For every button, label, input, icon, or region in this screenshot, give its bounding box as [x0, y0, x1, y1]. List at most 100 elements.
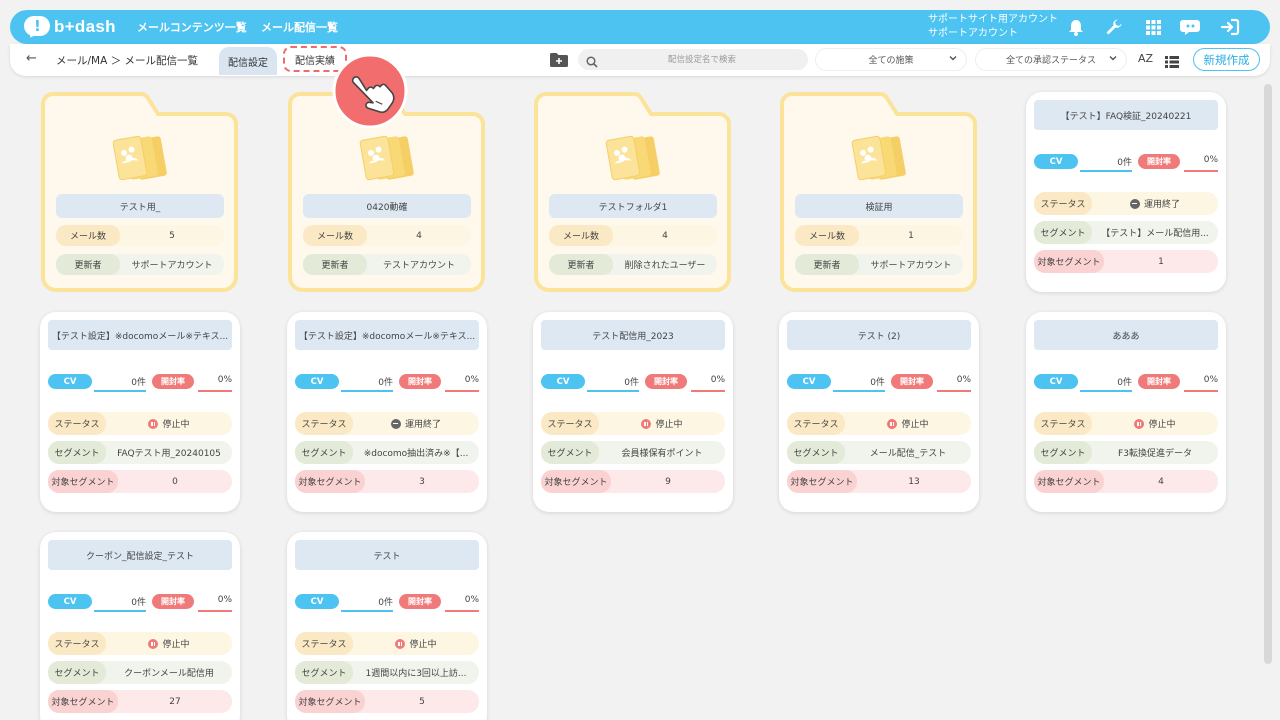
status-row: ステータス 停止中	[1034, 412, 1218, 435]
minus-circle-icon	[1129, 198, 1140, 209]
status-row: ステータス 停止中	[787, 412, 971, 435]
updater-row: 更新者 サポートアカウント	[795, 254, 963, 275]
scrollbar[interactable]	[1264, 84, 1272, 664]
open-rate-badge: 開封率	[399, 594, 441, 609]
open-rate-badge: 開封率	[152, 594, 194, 609]
target-segment-label: 対象セグメント	[48, 690, 118, 713]
segment-value: FAQテスト用_20240105	[117, 449, 221, 459]
folder-card[interactable]: 検証用 メール数 1 更新者 サポートアカウント	[779, 92, 979, 292]
open-rate-value: 0%	[1203, 375, 1218, 385]
delivery-setting-card[interactable]: クーポン_配信設定_テスト CV 0件 開封率 0% ステータス 停止中 セグメ…	[40, 532, 240, 720]
segment-value: ※docomo抽出済み※【...	[363, 449, 469, 459]
status-row: ステータス 停止中	[48, 632, 232, 655]
status-value: 停止中	[353, 637, 479, 650]
status-label: ステータス	[541, 412, 599, 435]
delivery-setting-name: テスト	[295, 540, 479, 570]
cv-badge: CV	[787, 374, 831, 389]
segment-row: セグメント クーポンメール配信用	[48, 661, 232, 684]
delivery-setting-card[interactable]: 【テスト】FAQ検証_20240221 CV 0件 開封率 0% ステータス 運…	[1026, 92, 1226, 292]
open-rate-value: 0%	[217, 375, 232, 385]
target-segment-row: 対象セグメント 3	[295, 470, 479, 493]
mail-count-row: メール数 5	[56, 225, 224, 246]
target-segment-label: 対象セグメント	[48, 470, 118, 493]
mail-count-value: 5	[169, 230, 175, 241]
delivery-setting-name: 【テスト】FAQ検証_20240221	[1034, 100, 1218, 130]
status-row: ステータス 停止中	[541, 412, 725, 435]
status-row: ステータス 運用終了	[295, 412, 479, 435]
status-label: ステータス	[295, 412, 353, 435]
folder-name: テストフォルダ1	[549, 194, 717, 218]
cv-badge: CV	[48, 594, 92, 609]
segment-row: セグメント 【テスト】メール配信用...	[1034, 221, 1218, 244]
cv-badge: CV	[295, 374, 339, 389]
folder-card[interactable]: テスト用_ メール数 5 更新者 サポートアカウント	[40, 92, 240, 292]
segment-row: セグメント ※docomo抽出済み※【...	[295, 441, 479, 464]
target-segment-label: 対象セグメント	[1034, 250, 1104, 273]
open-rate-badge: 開封率	[399, 374, 441, 389]
folder-stack-icon	[357, 132, 417, 188]
folder-name: 0420動確	[303, 194, 471, 218]
cv-value: 0件	[131, 598, 146, 608]
delivery-setting-card[interactable]: 【テスト設定】※docomoメール※テキス... CV 0件 開封率 0% ステ…	[40, 312, 240, 512]
delivery-setting-card[interactable]: テスト (2) CV 0件 開封率 0% ステータス 停止中 セグメント メール…	[779, 312, 979, 512]
status-value: 運用終了	[353, 417, 479, 430]
cv-badge: CV	[295, 594, 339, 609]
status-text: 運用終了	[404, 420, 441, 430]
updater-label: 更新者	[549, 254, 613, 275]
target-segment-label: 対象セグメント	[1034, 470, 1104, 493]
delivery-grid: テスト用_ メール数 5 更新者 サポートアカウント 0420動確 メール数 4…	[0, 0, 1280, 720]
cv-value: 0件	[1117, 158, 1132, 168]
updater-row: 更新者 削除されたユーザー	[549, 254, 717, 275]
open-rate-underline	[445, 610, 479, 612]
delivery-setting-name: 【テスト設定】※docomoメール※テキス...	[48, 320, 232, 350]
segment-label: セグメント	[48, 661, 106, 684]
cv-value: 0件	[378, 598, 393, 608]
segment-label: セグメント	[295, 661, 353, 684]
folder-card[interactable]: テストフォルダ1 メール数 4 更新者 削除されたユーザー	[533, 92, 733, 292]
cv-underline	[94, 390, 146, 392]
delivery-setting-card[interactable]: テスト配信用_2023 CV 0件 開封率 0% ステータス 停止中 セグメント…	[533, 312, 733, 512]
status-text: 停止中	[162, 640, 190, 650]
cv-badge: CV	[48, 374, 92, 389]
segment-label: セグメント	[787, 441, 845, 464]
segment-row: セグメント 1週間以内に3回以上訪...	[295, 661, 479, 684]
status-text: 停止中	[1148, 420, 1176, 430]
status-text: 停止中	[901, 420, 929, 430]
delivery-setting-card[interactable]: テスト CV 0件 開封率 0% ステータス 停止中 セグメント 1週間以内に3…	[287, 532, 487, 720]
segment-label: セグメント	[295, 441, 353, 464]
mail-count-label: メール数	[303, 225, 367, 246]
target-segment-value: 9	[665, 476, 671, 487]
target-segment-row: 対象セグメント 4	[1034, 470, 1218, 493]
delivery-setting-name: あああ	[1034, 320, 1218, 350]
updater-value: 削除されたユーザー	[624, 261, 706, 271]
status-row: ステータス 運用終了	[1034, 192, 1218, 215]
status-label: ステータス	[787, 412, 845, 435]
open-rate-underline	[198, 390, 232, 392]
updater-row: 更新者 サポートアカウント	[56, 254, 224, 275]
status-text: 停止中	[655, 420, 683, 430]
updater-row: 更新者 テストアカウント	[303, 254, 471, 275]
cv-value: 0件	[1117, 378, 1132, 388]
cv-underline	[1080, 390, 1132, 392]
delivery-setting-card[interactable]: あああ CV 0件 開封率 0% ステータス 停止中 セグメント F3転換促進デ…	[1026, 312, 1226, 512]
status-text: 停止中	[162, 420, 190, 430]
open-rate-underline	[445, 390, 479, 392]
open-rate-value: 0%	[956, 375, 971, 385]
mail-count-label: メール数	[549, 225, 613, 246]
segment-label: セグメント	[1034, 221, 1092, 244]
target-segment-value: 27	[169, 696, 181, 707]
segment-value: 1週間以内に3回以上訪...	[365, 669, 467, 679]
mail-count-label: メール数	[56, 225, 120, 246]
cv-underline	[341, 610, 393, 612]
delivery-setting-card[interactable]: 【テスト設定】※docomoメール※テキス... CV 0件 開封率 0% ステ…	[287, 312, 487, 512]
target-segment-value: 13	[908, 476, 920, 487]
folder-name: テスト用_	[56, 194, 224, 218]
target-segment-label: 対象セグメント	[295, 690, 365, 713]
segment-row: セグメント FAQテスト用_20240105	[48, 441, 232, 464]
status-row: ステータス 停止中	[48, 412, 232, 435]
segment-label: セグメント	[48, 441, 106, 464]
cv-value: 0件	[870, 378, 885, 388]
open-rate-underline	[937, 390, 971, 392]
folder-stack-icon	[603, 132, 663, 188]
status-label: ステータス	[1034, 412, 1092, 435]
